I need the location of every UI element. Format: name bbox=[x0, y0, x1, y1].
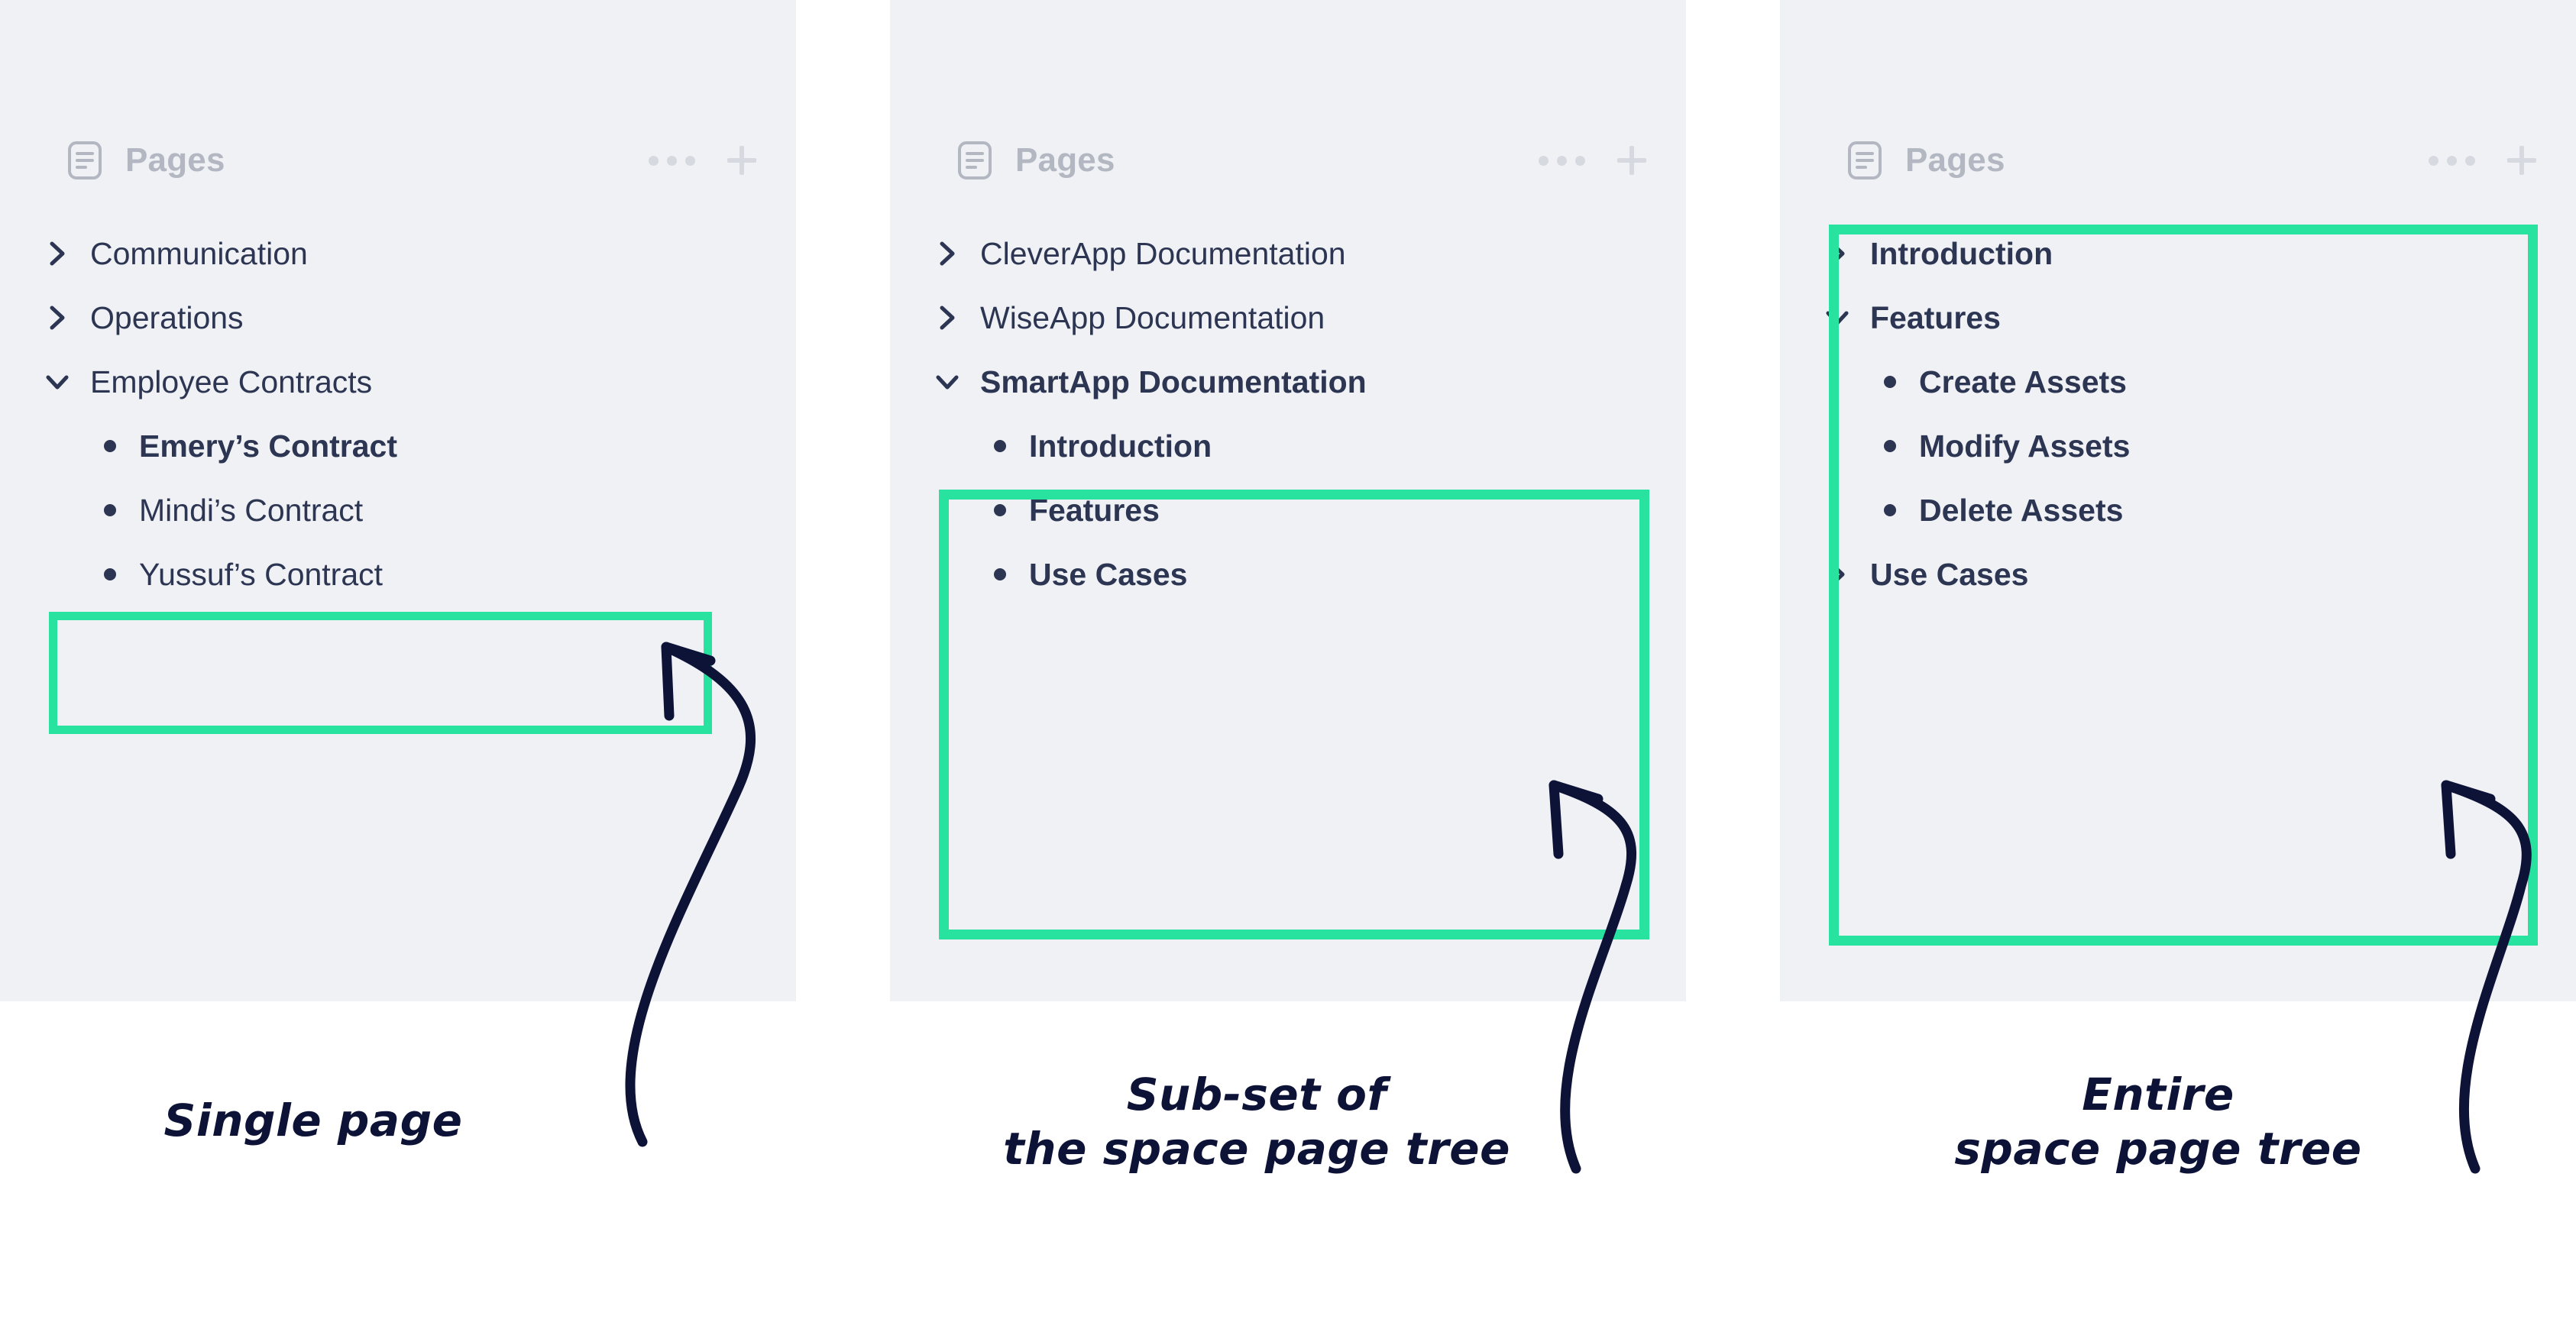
tree-row-label: Yussuf’s Contract bbox=[139, 556, 383, 592]
tree-row[interactable]: WiseApp Documentation bbox=[890, 286, 1686, 350]
chevron-down-icon[interactable] bbox=[46, 369, 69, 395]
bullet-icon bbox=[104, 504, 116, 516]
chevron-right-icon[interactable] bbox=[46, 241, 69, 267]
chevron-right-icon[interactable] bbox=[936, 241, 959, 267]
chevron-right-icon[interactable] bbox=[1826, 241, 1849, 267]
bullet-icon bbox=[104, 440, 116, 452]
tree-row-label: SmartApp Documentation bbox=[980, 364, 1367, 399]
tree-row[interactable]: Use Cases bbox=[890, 542, 1686, 606]
tree-row-label: Use Cases bbox=[1870, 556, 2029, 592]
ellipsis-icon[interactable] bbox=[1539, 155, 1585, 166]
tree-row-label: Employee Contracts bbox=[90, 364, 373, 399]
tree-row-label: Create Assets bbox=[1919, 364, 2127, 399]
page-tree: Introduction Features Create Assets Modi… bbox=[1780, 222, 2576, 606]
tree-row-label: Emery’s Contract bbox=[139, 428, 397, 464]
ellipsis-icon[interactable] bbox=[2429, 155, 2475, 166]
tree-row[interactable]: Create Assets bbox=[1780, 350, 2576, 414]
chevron-down-icon[interactable] bbox=[1826, 305, 1849, 331]
tree-row[interactable]: Delete Assets bbox=[1780, 478, 2576, 542]
bullet-icon bbox=[1884, 376, 1896, 388]
tree-row-label: Mindi’s Contract bbox=[139, 492, 364, 528]
tree-row-label: Features bbox=[1029, 492, 1160, 528]
tree-row[interactable]: Employee Contracts bbox=[0, 350, 796, 414]
tree-row-label: WiseApp Documentation bbox=[980, 299, 1325, 335]
caption-entire-tree: Entire space page tree bbox=[1954, 1069, 2362, 1175]
bullet-icon bbox=[1884, 504, 1896, 516]
plus-icon[interactable] bbox=[727, 146, 756, 175]
pages-header: Pages bbox=[67, 134, 759, 187]
pages-document-icon bbox=[1848, 141, 1882, 179]
tree-row[interactable]: Modify Assets bbox=[1780, 414, 2576, 478]
tree-row-label: Introduction bbox=[1870, 235, 2053, 271]
tree-row-label: Introduction bbox=[1029, 428, 1212, 464]
caption-single-page: Single page bbox=[163, 1095, 463, 1146]
tree-row[interactable]: Features bbox=[890, 478, 1686, 542]
page-tree: CleverApp Documentation WiseApp Document… bbox=[890, 222, 1686, 606]
tree-row[interactable]: Features bbox=[1780, 286, 2576, 350]
pages-document-icon bbox=[68, 141, 102, 179]
tree-row-label: Operations bbox=[90, 299, 244, 335]
chevron-down-icon[interactable] bbox=[936, 369, 959, 395]
plus-icon[interactable] bbox=[2507, 146, 2536, 175]
tree-row[interactable]: Mindi’s Contract bbox=[0, 478, 796, 542]
chevron-right-icon[interactable] bbox=[46, 305, 69, 331]
chevron-right-icon[interactable] bbox=[1826, 561, 1849, 587]
page-title: Pages bbox=[1015, 141, 1115, 179]
pages-panel-single-page: Pages Communication Operations Employee … bbox=[0, 0, 796, 1001]
pages-panel-entire-tree: Pages Introduction Features Create Asset… bbox=[1780, 0, 2576, 1001]
pages-panel-sub-set: Pages CleverApp Documentation WiseApp Do… bbox=[890, 0, 1686, 1001]
tree-row[interactable]: Introduction bbox=[890, 414, 1686, 478]
page-tree: Communication Operations Employee Contra… bbox=[0, 222, 796, 606]
pages-header: Pages bbox=[1847, 134, 2539, 187]
chevron-right-icon[interactable] bbox=[936, 305, 959, 331]
plus-icon[interactable] bbox=[1617, 146, 1646, 175]
tree-row-label: Communication bbox=[90, 235, 308, 271]
tree-row[interactable]: CleverApp Documentation bbox=[890, 222, 1686, 286]
pages-header: Pages bbox=[957, 134, 1649, 187]
bullet-icon bbox=[1884, 440, 1896, 452]
caption-sub-set: Sub-set of the space page tree bbox=[1003, 1069, 1510, 1175]
tree-row[interactable]: Emery’s Contract bbox=[0, 414, 796, 478]
ellipsis-icon[interactable] bbox=[649, 155, 695, 166]
tree-row-label: CleverApp Documentation bbox=[980, 235, 1346, 271]
bullet-icon bbox=[994, 440, 1006, 452]
page-title: Pages bbox=[125, 141, 225, 179]
bullet-icon bbox=[104, 568, 116, 580]
tree-row[interactable]: Yussuf’s Contract bbox=[0, 542, 796, 606]
tree-row-label: Use Cases bbox=[1029, 556, 1188, 592]
page-title: Pages bbox=[1905, 141, 2005, 179]
tree-row[interactable]: Use Cases bbox=[1780, 542, 2576, 606]
tree-row-label: Delete Assets bbox=[1919, 492, 2124, 528]
bullet-icon bbox=[994, 504, 1006, 516]
tree-row[interactable]: Introduction bbox=[1780, 222, 2576, 286]
tree-row[interactable]: Communication bbox=[0, 222, 796, 286]
bullet-icon bbox=[994, 568, 1006, 580]
tree-row[interactable]: SmartApp Documentation bbox=[890, 350, 1686, 414]
tree-row-label: Modify Assets bbox=[1919, 428, 2131, 464]
tree-row-label: Features bbox=[1870, 299, 2001, 335]
tree-row[interactable]: Operations bbox=[0, 286, 796, 350]
pages-document-icon bbox=[958, 141, 992, 179]
